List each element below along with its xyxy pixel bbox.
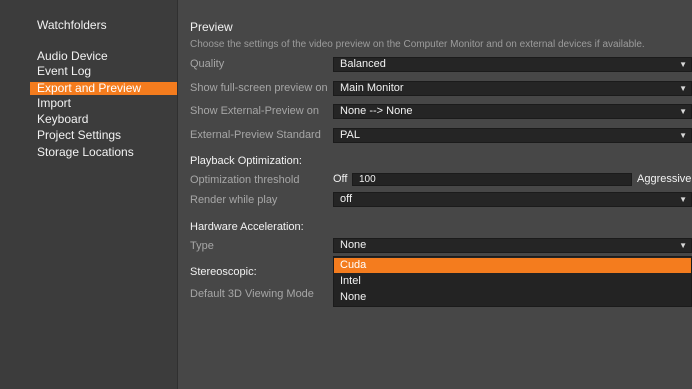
sidebar-item-audio-device[interactable]: Audio Device (30, 50, 177, 63)
viewing-mode-label: Default 3D Viewing Mode (190, 288, 314, 300)
chevron-down-icon: ▼ (679, 107, 687, 116)
sidebar-item-watchfolders[interactable]: Watchfolders (30, 19, 177, 32)
type-dropdown-menu: Cuda Intel None (333, 256, 692, 307)
sidebar-item-keyboard[interactable]: Keyboard (30, 113, 177, 126)
quality-dropdown[interactable]: Balanced ▼ (333, 57, 692, 72)
threshold-label: Optimization threshold (190, 174, 300, 186)
preview-title: Preview (190, 20, 233, 34)
sidebar-item-export-and-preview[interactable]: Export and Preview (30, 82, 177, 95)
quality-label: Quality (190, 58, 225, 70)
chevron-down-icon: ▼ (679, 60, 687, 69)
fullscreen-label: Show full-screen preview on (190, 82, 328, 94)
sidebar: Watchfolders Audio Device Event Log Expo… (0, 0, 177, 389)
stereo-title: Stereoscopic: (190, 266, 257, 278)
preview-description: Choose the settings of the video preview… (190, 39, 645, 50)
chevron-down-icon: ▼ (679, 84, 687, 93)
render-dropdown[interactable]: off ▼ (333, 192, 692, 207)
chevron-down-icon: ▼ (679, 195, 687, 204)
sidebar-divider (177, 0, 178, 389)
type-label: Type (190, 240, 214, 252)
type-option-cuda[interactable]: Cuda (334, 258, 691, 273)
chevron-down-icon: ▼ (679, 241, 687, 250)
external-dropdown[interactable]: None --> None ▼ (333, 104, 692, 119)
hardware-title: Hardware Acceleration: (190, 221, 304, 233)
sidebar-item-storage-locations[interactable]: Storage Locations (30, 146, 177, 159)
threshold-slider[interactable]: 100 (352, 173, 632, 186)
type-dropdown[interactable]: None ▼ (333, 238, 692, 253)
render-label: Render while play (190, 194, 278, 206)
quality-value: Balanced (340, 58, 386, 70)
type-option-intel[interactable]: Intel (334, 274, 691, 289)
external-label: Show External-Preview on (190, 105, 320, 117)
threshold-max-label: Aggressive (637, 173, 692, 185)
external-value: None --> None (340, 105, 413, 117)
standard-dropdown[interactable]: PAL ▼ (333, 128, 692, 143)
threshold-min-label: Off (333, 173, 348, 185)
playback-title: Playback Optimization: (190, 155, 302, 167)
type-value: None (340, 239, 367, 251)
fullscreen-dropdown[interactable]: Main Monitor ▼ (333, 81, 692, 96)
standard-label: External-Preview Standard (190, 129, 321, 141)
threshold-value: 100 (359, 174, 376, 185)
sidebar-item-event-log[interactable]: Event Log (30, 65, 177, 78)
sidebar-item-project-settings[interactable]: Project Settings (30, 129, 177, 142)
sidebar-item-import[interactable]: Import (30, 97, 177, 110)
render-value: off (340, 193, 353, 205)
chevron-down-icon: ▼ (679, 131, 687, 140)
type-option-none[interactable]: None (334, 290, 691, 305)
fullscreen-value: Main Monitor (340, 82, 404, 94)
standard-value: PAL (340, 129, 360, 141)
